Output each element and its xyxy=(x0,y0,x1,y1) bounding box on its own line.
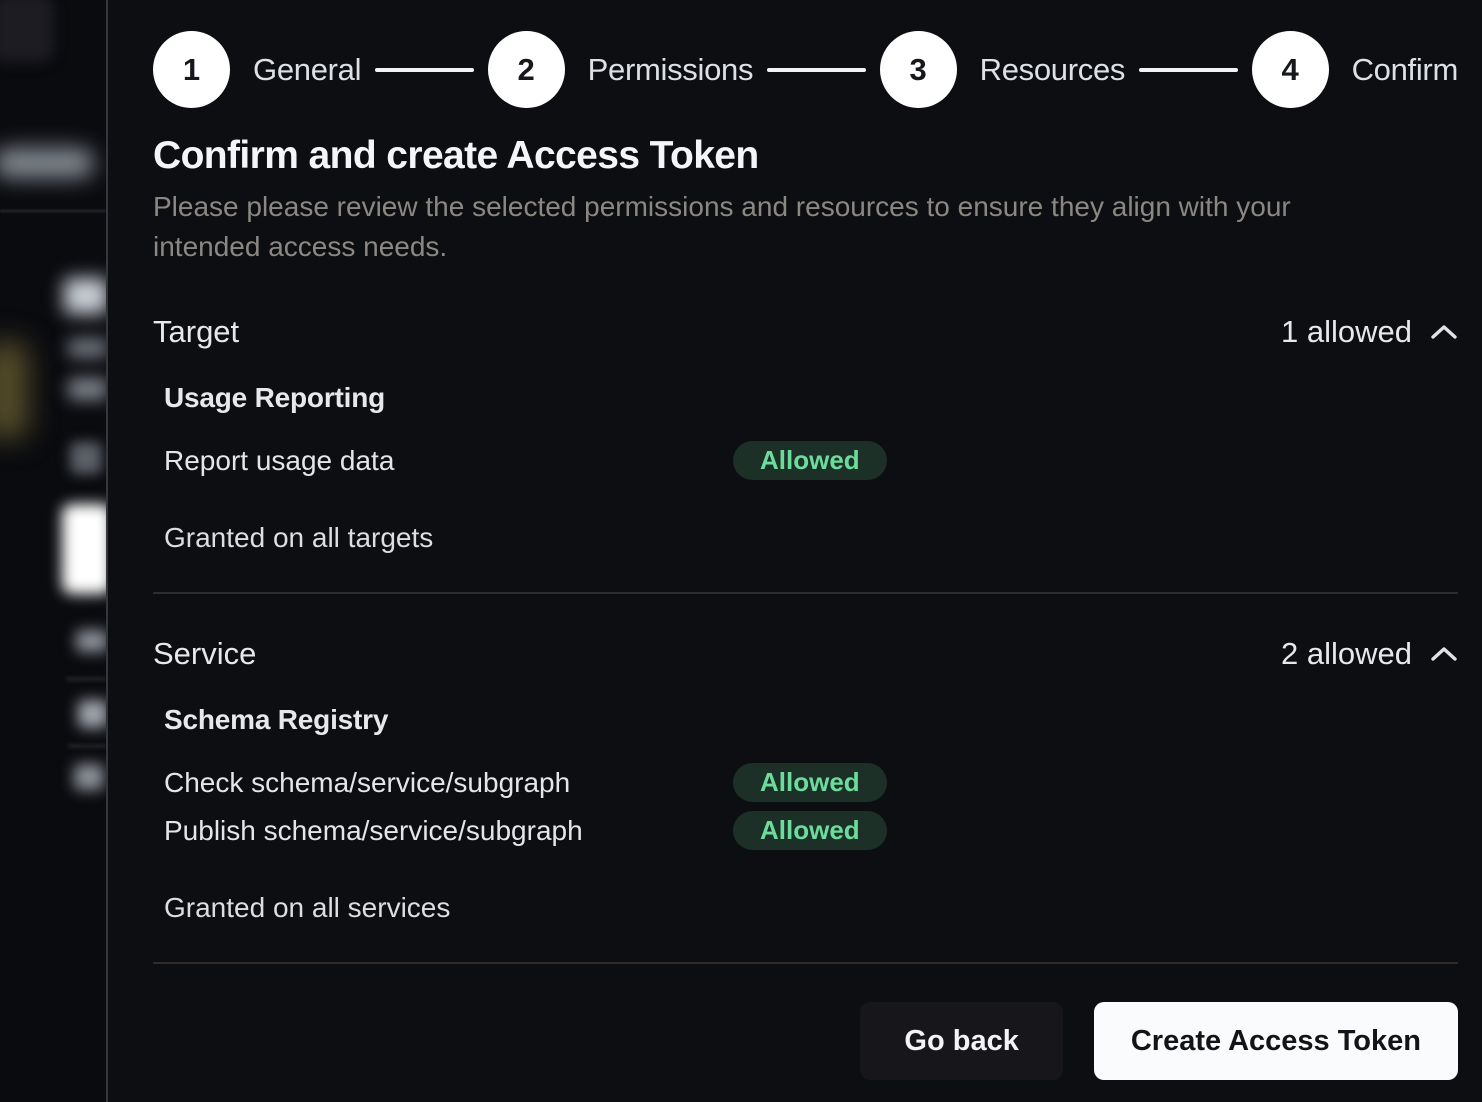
step-number-circle: 3 xyxy=(880,31,957,108)
granted-scope-text: Granted on all services xyxy=(164,892,1458,924)
section-header-service: Service 2 allowed xyxy=(153,636,1458,672)
create-access-token-button[interactable]: Create Access Token xyxy=(1094,1002,1458,1080)
permission-group-title: Usage Reporting xyxy=(164,382,1458,414)
section-title: Target xyxy=(153,314,239,350)
modal-footer: Go back Create Access Token xyxy=(153,1002,1458,1080)
go-back-button[interactable]: Go back xyxy=(860,1002,1062,1080)
stepper-step-general[interactable]: 1 General xyxy=(153,31,361,108)
permission-label: Publish schema/service/subgraph xyxy=(164,815,733,847)
blurred-icon xyxy=(70,442,102,474)
service-collapse-toggle[interactable]: 2 allowed xyxy=(1281,636,1458,672)
stepper-step-resources[interactable]: 3 Resources xyxy=(880,31,1125,108)
allowed-count: 1 allowed xyxy=(1281,314,1412,350)
stepper-step-confirm[interactable]: 4 Confirm xyxy=(1252,31,1458,108)
section-divider xyxy=(153,592,1458,594)
stepper-connector xyxy=(767,68,865,72)
page-title: Confirm and create Access Token xyxy=(153,134,1458,178)
permission-group-title: Schema Registry xyxy=(164,704,1458,736)
granted-scope-text: Granted on all targets xyxy=(164,522,1458,554)
allowed-count: 2 allowed xyxy=(1281,636,1412,672)
create-access-token-modal: 1 General 2 Permissions 3 Resources 4 Co… xyxy=(108,0,1482,1102)
blurred-accent-blob xyxy=(0,342,28,438)
blurred-divider xyxy=(68,745,106,747)
status-badge: Allowed xyxy=(733,441,887,480)
blurred-logo xyxy=(0,0,54,62)
blurred-body-text xyxy=(68,378,106,400)
blurred-heading-text xyxy=(64,278,106,314)
step-label: Confirm xyxy=(1352,52,1458,88)
blurred-body-text xyxy=(68,338,106,358)
stepper-connector xyxy=(1139,68,1237,72)
footer-divider xyxy=(153,962,1458,964)
background-app-blurred xyxy=(0,0,106,1102)
blurred-divider xyxy=(66,678,106,680)
step-label: Permissions xyxy=(588,52,754,88)
permission-row: Report usage data Allowed xyxy=(164,441,1458,480)
blurred-list-text xyxy=(76,630,106,652)
step-label: Resources xyxy=(980,52,1125,88)
blurred-divider xyxy=(0,210,106,212)
section-header-target: Target 1 allowed xyxy=(153,314,1458,350)
status-badge: Allowed xyxy=(733,811,887,850)
page-subtitle: Please please review the selected permis… xyxy=(153,187,1383,267)
stepper-connector xyxy=(375,68,473,72)
status-badge: Allowed xyxy=(733,763,887,802)
permission-label: Check schema/service/subgraph xyxy=(164,767,733,799)
step-label: General xyxy=(253,52,361,88)
target-collapse-toggle[interactable]: 1 allowed xyxy=(1281,314,1458,350)
step-number-circle: 4 xyxy=(1252,31,1329,108)
blurred-list-text xyxy=(74,764,104,790)
blurred-nav-text xyxy=(0,148,94,178)
permission-group-usage-reporting: Usage Reporting Report usage data Allowe… xyxy=(164,382,1458,480)
stepper-step-permissions[interactable]: 2 Permissions xyxy=(488,31,754,108)
chevron-up-icon xyxy=(1430,323,1458,341)
wizard-stepper: 1 General 2 Permissions 3 Resources 4 Co… xyxy=(153,31,1458,108)
step-number-circle: 2 xyxy=(488,31,565,108)
permission-group-schema-registry: Schema Registry Check schema/service/sub… xyxy=(164,704,1458,850)
permission-row: Publish schema/service/subgraph Allowed xyxy=(164,811,1458,850)
blurred-white-card xyxy=(62,504,106,594)
permission-label: Report usage data xyxy=(164,445,733,477)
step-number-circle: 1 xyxy=(153,31,230,108)
section-title: Service xyxy=(153,636,256,672)
blurred-list-text xyxy=(78,700,106,728)
permission-row: Check schema/service/subgraph Allowed xyxy=(164,763,1458,802)
chevron-up-icon xyxy=(1430,645,1458,663)
